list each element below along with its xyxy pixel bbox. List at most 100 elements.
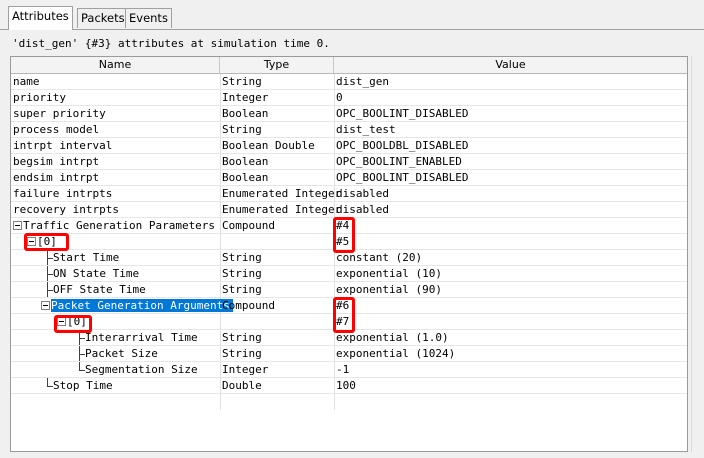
attr-name: Packet Size [85,347,158,360]
table-row[interactable]: Start Time String constant (20) [11,250,687,266]
attr-value: exponential (1.0) [336,331,449,344]
column-header-value[interactable]: Value [334,57,687,73]
table-row[interactable]: [0] #7 [11,314,687,330]
attr-name: priority [13,91,66,104]
grid-header: Name Type Value [11,57,687,74]
table-row[interactable]: recovery intrpts Enumerated Integer disa… [11,202,687,218]
attr-type: Boolean [222,155,269,168]
table-row[interactable]: [0] #5 [11,234,687,250]
table-row[interactable]: name String dist_gen [11,74,687,90]
attr-name: Interarrival Time [85,331,198,344]
attr-name: [0] [67,315,87,328]
attr-type: Boolean [222,171,269,184]
attributes-grid[interactable]: Name Type Value name String dist_gen pri… [10,56,688,452]
attr-value: OPC_BOOLDBL_DISABLED [336,139,469,152]
attr-name: endsim intrpt [13,171,100,184]
attr-value: exponential (90) [336,283,442,296]
attr-name: OFF State Time [53,283,146,296]
attr-type: Integer [222,363,269,376]
tree-branch-icon [45,250,53,265]
attr-name: name [13,75,40,88]
attr-name: recovery intrpts [13,203,119,216]
collapse-icon[interactable] [41,300,50,310]
attr-value: OPC_BOOLINT_ENABLED [336,155,462,168]
column-header-type[interactable]: Type [220,57,334,73]
attr-value: -1 [336,363,350,376]
tab-attributes[interactable]: Attributes [8,6,73,30]
tab-bar: Attributes Packets Events [0,0,704,30]
tab-divider [0,29,704,30]
table-row[interactable]: process model String dist_test [11,122,687,138]
attr-type: Enumerated Integer [222,187,342,200]
column-header-name[interactable]: Name [11,57,220,73]
tree-branch-icon [77,330,85,345]
attr-type [222,234,332,249]
attr-value: OPC_BOOLINT_DISABLED [336,107,469,120]
table-row[interactable]: failure intrpts Enumerated Integer disab… [11,186,687,202]
attr-value: #7 [336,315,350,328]
attr-name: process model [13,123,100,136]
attr-type: Compound [222,299,275,312]
attr-type [222,314,332,329]
attr-name-cell: ON State Time [45,266,251,281]
tree-branch-icon [45,282,53,297]
table-row[interactable]: Interarrival Time String exponential (1.… [11,330,687,346]
attr-value: 0 [336,91,343,104]
table-row[interactable]: Stop Time Double 100 [11,378,687,394]
attr-name-cell: Packet Generation Arguments [41,298,247,313]
attr-value: dist_test [336,123,396,136]
attr-value: disabled [336,187,389,200]
attr-name: Traffic Generation Parameters [23,219,216,232]
attr-name: intrpt interval [13,139,113,152]
attr-type: String [222,267,262,280]
table-row[interactable]: ON State Time String exponential (10) [11,266,687,282]
table-row[interactable]: Traffic Generation Parameters Compound #… [11,218,687,234]
table-row[interactable]: Segmentation Size Integer -1 [11,362,687,378]
table-row[interactable]: Packet Size String exponential (1024) [11,346,687,362]
attr-type: String [222,251,262,264]
attr-name-cell: Traffic Generation Parameters [13,218,219,233]
attr-type: String [222,75,262,88]
table-row[interactable]: begsim intrpt Boolean OPC_BOOLINT_ENABLE… [11,154,687,170]
table-row-selected[interactable]: Packet Generation Arguments Compound #6 [11,298,687,314]
table-row[interactable]: endsim intrpt Boolean OPC_BOOLINT_DISABL… [11,170,687,186]
attr-name: begsim intrpt [13,155,100,168]
attr-type: String [222,283,262,296]
attr-value: exponential (1024) [336,347,456,360]
attr-value: 100 [336,379,356,392]
attr-value: OPC_BOOLINT_DISABLED [336,171,469,184]
attr-name: failure intrpts [13,187,113,200]
attr-value: exponential (10) [336,267,442,280]
tree-branch-icon [45,266,53,281]
collapse-icon[interactable] [13,220,22,230]
attr-name-cell: Stop Time [45,378,251,393]
tab-packets[interactable]: Packets [77,8,129,28]
table-row[interactable]: OFF State Time String exponential (90) [11,282,687,298]
attr-name: Segmentation Size [85,363,198,376]
table-row[interactable]: intrpt interval Boolean Double OPC_BOOLD… [11,138,687,154]
tab-events[interactable]: Events [125,8,172,28]
attr-type: String [222,331,262,344]
table-row[interactable]: super priority Boolean OPC_BOOLINT_DISAB… [11,106,687,122]
attr-value: #6 [336,299,350,312]
attr-name: ON State Time [53,267,140,280]
attr-name-cell: OFF State Time [45,282,251,297]
vertical-scrollbar[interactable] [691,56,704,452]
attr-value: dist_gen [336,75,389,88]
collapse-icon[interactable] [27,236,36,246]
attr-name: Packet Generation Arguments [51,299,233,312]
attr-type: Compound [222,219,275,232]
table-row[interactable]: priority Integer 0 [11,90,687,106]
attr-type: String [222,347,262,360]
tree-branch-icon [77,362,85,377]
attr-name: Stop Time [53,379,113,392]
attr-type: Integer [222,91,269,104]
collapse-icon[interactable] [57,316,66,326]
grid-rows: name String dist_gen priority Integer 0 … [11,74,687,394]
attr-type: String [222,123,262,136]
attr-name: Start Time [53,251,120,264]
attr-type: Boolean Double [222,139,315,152]
tree-branch-icon [77,346,85,361]
attr-type: Enumerated Integer [222,203,342,216]
attr-name-cell: [0] [27,234,233,249]
